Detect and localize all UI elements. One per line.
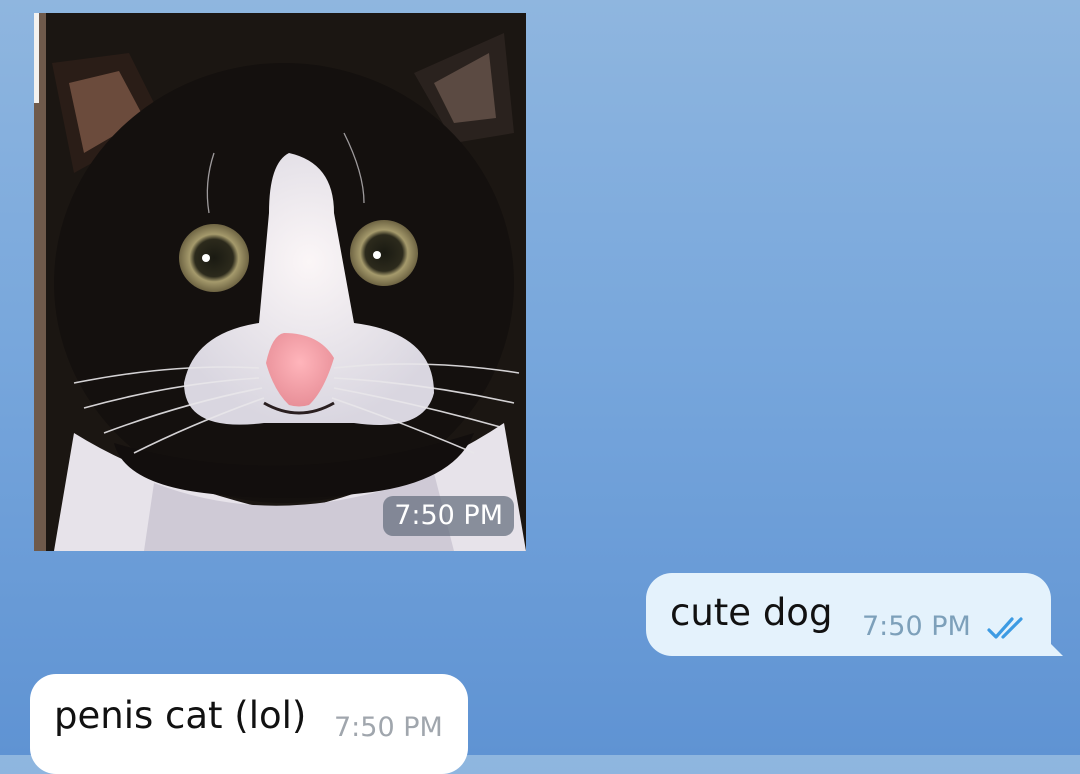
message-timestamp: 7:50 PM <box>862 611 971 642</box>
message-text: cute dog <box>670 591 833 634</box>
incoming-message-bubble[interactable]: penis cat (lol) 7:50 PM <box>30 674 468 774</box>
double-check-icon <box>987 615 1033 641</box>
message-text: penis cat (lol) <box>54 694 307 737</box>
photo-message[interactable]: 7:50 PM <box>34 13 526 551</box>
message-timestamp: 7:50 PM <box>334 712 443 743</box>
outgoing-message-bubble[interactable]: cute dog 7:50 PM <box>646 573 1051 656</box>
photo-timestamp: 7:50 PM <box>383 496 514 536</box>
cat-photo[interactable] <box>34 13 526 551</box>
